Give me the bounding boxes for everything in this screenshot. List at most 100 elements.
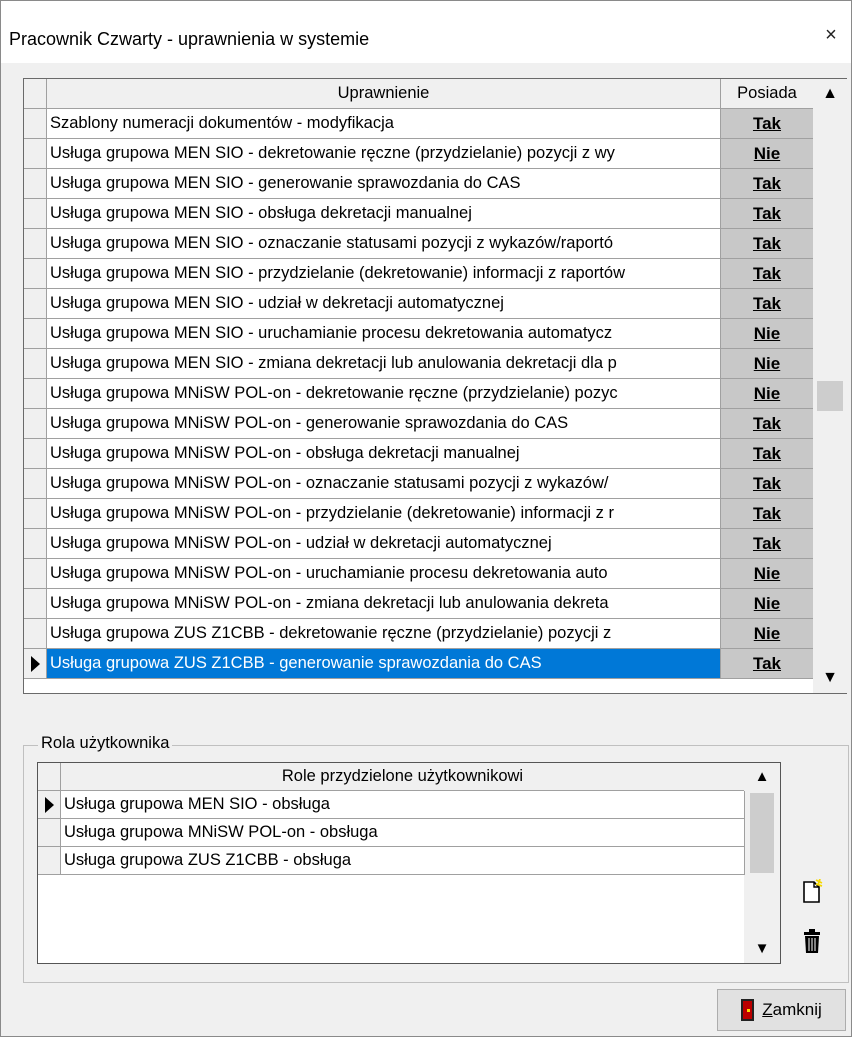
table-row[interactable]: Usługa grupowa MEN SIO - generowanie spr… — [24, 169, 814, 199]
permission-name-cell[interactable]: Usługa grupowa MNiSW POL-on - dekretowan… — [47, 379, 721, 409]
permission-name-cell[interactable]: Usługa grupowa MEN SIO - przydzielanie (… — [47, 259, 721, 289]
permission-name-cell[interactable]: Usługa grupowa MEN SIO - dekretowanie rę… — [47, 139, 721, 169]
row-indicator[interactable] — [24, 229, 47, 259]
table-row[interactable]: Usługa grupowa MEN SIO - udział w dekret… — [24, 289, 814, 319]
close-window-icon[interactable]: × — [819, 23, 843, 47]
permission-name-cell[interactable]: Usługa grupowa MEN SIO - uruchamianie pr… — [47, 319, 721, 349]
has-permission-cell[interactable]: Tak — [721, 649, 814, 679]
table-row[interactable]: Usługa grupowa MEN SIO - obsługa dekreta… — [24, 199, 814, 229]
row-indicator[interactable] — [24, 439, 47, 469]
row-indicator[interactable] — [24, 259, 47, 289]
column-header-permission[interactable]: Uprawnienie — [47, 79, 721, 109]
table-row[interactable]: Usługa grupowa MEN SIO - zmiana dekretac… — [24, 349, 814, 379]
permission-name-cell[interactable]: Usługa grupowa MEN SIO - zmiana dekretac… — [47, 349, 721, 379]
has-permission-cell[interactable]: Nie — [721, 349, 814, 379]
table-row[interactable]: Usługa grupowa MNiSW POL-on - uruchamian… — [24, 559, 814, 589]
table-row[interactable]: Usługa grupowa MNiSW POL-on - dekretowan… — [24, 379, 814, 409]
row-indicator[interactable] — [24, 649, 47, 679]
table-row[interactable]: Usługa grupowa MEN SIO - uruchamianie pr… — [24, 319, 814, 349]
row-indicator[interactable] — [24, 469, 47, 499]
has-permission-cell[interactable]: Tak — [721, 529, 814, 559]
row-indicator[interactable] — [24, 109, 47, 139]
table-row[interactable]: Usługa grupowa MEN SIO - oznaczanie stat… — [24, 229, 814, 259]
table-row[interactable]: Usługa grupowa MNiSW POL-on - zmiana dek… — [24, 589, 814, 619]
table-row[interactable]: Usługa grupowa MNiSW POL-on - udział w d… — [24, 529, 814, 559]
row-indicator[interactable] — [24, 349, 47, 379]
permissions-scrollbar[interactable]: ▲ ▼ — [813, 78, 847, 694]
permission-name-cell[interactable]: Usługa grupowa ZUS Z1CBB - generowanie s… — [47, 649, 721, 679]
role-row-indicator[interactable] — [38, 847, 61, 875]
permission-name-cell[interactable]: Usługa grupowa MNiSW POL-on - oznaczanie… — [47, 469, 721, 499]
add-role-button[interactable] — [793, 873, 831, 911]
roles-scroll-thumb[interactable] — [750, 793, 774, 873]
permission-name-cell[interactable]: Usługa grupowa MEN SIO - generowanie spr… — [47, 169, 721, 199]
column-header-roles[interactable]: Role przydzielone użytkownikowi — [61, 763, 745, 791]
table-row[interactable]: Szablony numeracji dokumentów - modyfika… — [24, 109, 814, 139]
table-row[interactable]: Usługa grupowa MEN SIO - dekretowanie rę… — [24, 139, 814, 169]
permission-name-cell[interactable]: Usługa grupowa MNiSW POL-on - generowani… — [47, 409, 721, 439]
has-permission-cell[interactable]: Tak — [721, 169, 814, 199]
row-indicator[interactable] — [24, 169, 47, 199]
permission-name-cell[interactable]: Usługa grupowa MNiSW POL-on - uruchamian… — [47, 559, 721, 589]
list-item[interactable]: Usługa grupowa MNiSW POL-on - obsługa — [38, 819, 745, 847]
row-indicator[interactable] — [24, 379, 47, 409]
row-indicator[interactable] — [24, 409, 47, 439]
scroll-down-icon[interactable]: ▼ — [813, 663, 847, 693]
permission-name-cell[interactable]: Usługa grupowa MEN SIO - obsługa dekreta… — [47, 199, 721, 229]
row-indicator[interactable] — [24, 319, 47, 349]
has-permission-cell[interactable]: Tak — [721, 289, 814, 319]
permission-name-cell[interactable]: Usługa grupowa MNiSW POL-on - udział w d… — [47, 529, 721, 559]
permission-name-cell[interactable]: Usługa grupowa MNiSW POL-on - zmiana dek… — [47, 589, 721, 619]
row-indicator[interactable] — [24, 139, 47, 169]
has-permission-cell[interactable]: Tak — [721, 229, 814, 259]
permission-name-cell[interactable]: Usługa grupowa MEN SIO - udział w dekret… — [47, 289, 721, 319]
has-permission-cell[interactable]: Tak — [721, 109, 814, 139]
has-permission-cell[interactable]: Nie — [721, 559, 814, 589]
table-row[interactable]: Usługa grupowa ZUS Z1CBB - generowanie s… — [24, 649, 814, 679]
role-name-cell[interactable]: Usługa grupowa ZUS Z1CBB - obsługa — [61, 847, 745, 875]
role-name-cell[interactable]: Usługa grupowa MNiSW POL-on - obsługa — [61, 819, 745, 847]
permission-name-cell[interactable]: Szablony numeracji dokumentów - modyfika… — [47, 109, 721, 139]
close-button[interactable]: Zamknij — [717, 989, 846, 1031]
list-item[interactable]: Usługa grupowa ZUS Z1CBB - obsługa — [38, 847, 745, 875]
role-name-cell[interactable]: Usługa grupowa MEN SIO - obsługa — [61, 791, 745, 819]
row-indicator[interactable] — [24, 289, 47, 319]
permission-name-cell[interactable]: Usługa grupowa MNiSW POL-on - obsługa de… — [47, 439, 721, 469]
has-permission-cell[interactable]: Tak — [721, 499, 814, 529]
column-header-has[interactable]: Posiada — [721, 79, 814, 109]
scroll-up-icon[interactable]: ▲ — [813, 79, 847, 109]
permission-name-cell[interactable]: Usługa grupowa ZUS Z1CBB - dekretowanie … — [47, 619, 721, 649]
row-indicator[interactable] — [24, 529, 47, 559]
row-indicator[interactable] — [24, 589, 47, 619]
has-permission-cell[interactable]: Tak — [721, 199, 814, 229]
table-row[interactable]: Usługa grupowa ZUS Z1CBB - dekretowanie … — [24, 619, 814, 649]
row-indicator[interactable] — [24, 619, 47, 649]
scroll-thumb[interactable] — [817, 381, 843, 411]
row-indicator[interactable] — [24, 199, 47, 229]
roles-scrollbar[interactable]: ▲ ▼ — [744, 763, 780, 963]
has-permission-cell[interactable]: Tak — [721, 409, 814, 439]
list-item[interactable]: Usługa grupowa MEN SIO - obsługa — [38, 791, 745, 819]
roles-scroll-down-icon[interactable]: ▼ — [744, 935, 780, 963]
has-permission-cell[interactable]: Nie — [721, 319, 814, 349]
roles-scroll-up-icon[interactable]: ▲ — [744, 763, 780, 791]
has-permission-cell[interactable]: Nie — [721, 589, 814, 619]
has-permission-cell[interactable]: Nie — [721, 139, 814, 169]
table-row[interactable]: Usługa grupowa MEN SIO - przydzielanie (… — [24, 259, 814, 289]
has-permission-cell[interactable]: Tak — [721, 259, 814, 289]
has-permission-cell[interactable]: Tak — [721, 439, 814, 469]
has-permission-cell[interactable]: Nie — [721, 379, 814, 409]
table-row[interactable]: Usługa grupowa MNiSW POL-on - generowani… — [24, 409, 814, 439]
delete-role-button[interactable] — [793, 922, 831, 960]
permission-name-cell[interactable]: Usługa grupowa MEN SIO - oznaczanie stat… — [47, 229, 721, 259]
table-row[interactable]: Usługa grupowa MNiSW POL-on - oznaczanie… — [24, 469, 814, 499]
role-row-indicator[interactable] — [38, 819, 61, 847]
permission-name-cell[interactable]: Usługa grupowa MNiSW POL-on - przydziela… — [47, 499, 721, 529]
table-row[interactable]: Usługa grupowa MNiSW POL-on - przydziela… — [24, 499, 814, 529]
row-indicator[interactable] — [24, 559, 47, 589]
row-indicator[interactable] — [24, 499, 47, 529]
table-row[interactable]: Usługa grupowa MNiSW POL-on - obsługa de… — [24, 439, 814, 469]
has-permission-cell[interactable]: Nie — [721, 619, 814, 649]
role-row-indicator[interactable] — [38, 791, 61, 819]
has-permission-cell[interactable]: Tak — [721, 469, 814, 499]
